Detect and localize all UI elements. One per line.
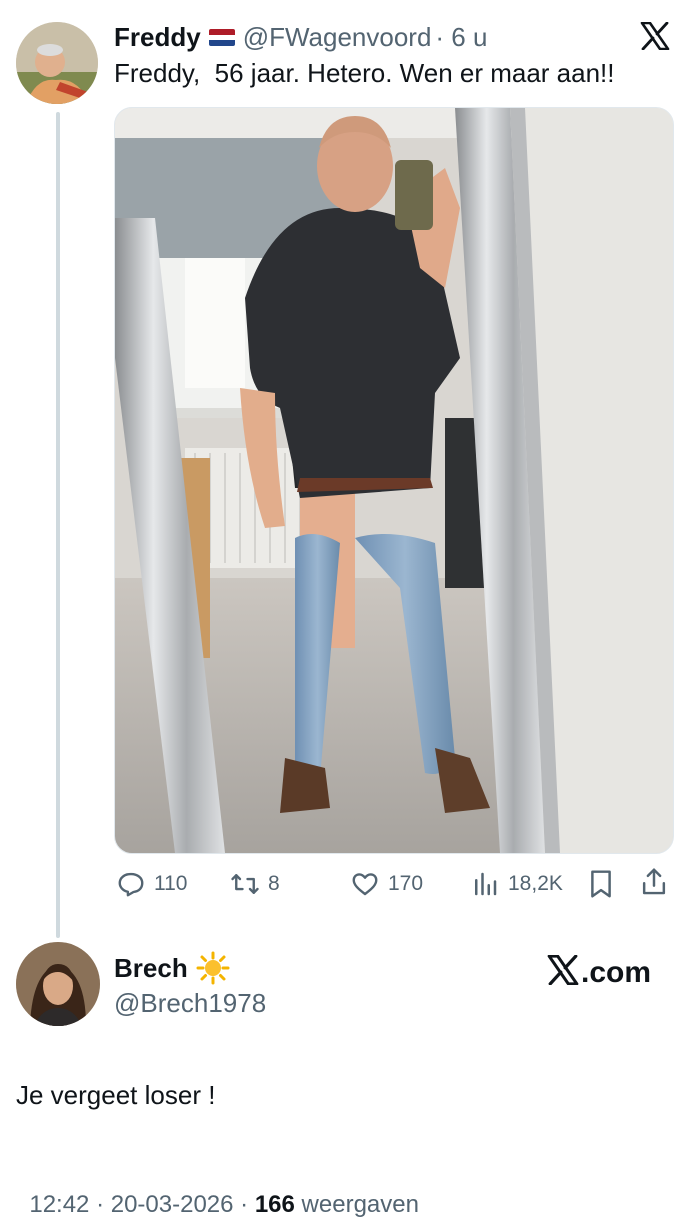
views-count: 18,2K xyxy=(508,872,563,895)
reply-icon xyxy=(116,869,146,899)
repost-action[interactable]: 8 xyxy=(230,868,280,900)
tweet-text: Freddy, 56 jaar. Hetero. Wen er maar aan… xyxy=(114,58,615,88)
thread-connector-line xyxy=(56,112,60,938)
sun-emoji-icon xyxy=(196,951,230,985)
reply-header: Brech xyxy=(114,950,230,986)
x-brand-logo-icon xyxy=(547,954,579,990)
tweet-header: Freddy @FWagenvoord · 6 u xyxy=(114,20,487,54)
author-avatar[interactable] xyxy=(16,22,98,104)
like-count: 170 xyxy=(388,872,424,895)
reply-count: 110 xyxy=(154,872,188,895)
xcom-brand[interactable]: .com xyxy=(547,954,652,990)
repost-count: 8 xyxy=(268,872,280,895)
like-icon xyxy=(350,869,380,899)
author-name[interactable]: Freddy xyxy=(114,22,201,53)
reply-author-avatar-image xyxy=(16,942,100,1026)
tweet-time[interactable]: · 6 u xyxy=(435,22,487,53)
reply-author-avatar[interactable] xyxy=(16,942,100,1026)
mirror-selfie-image xyxy=(115,108,673,853)
bookmark-icon[interactable] xyxy=(586,868,616,905)
x-logo-icon xyxy=(640,21,670,51)
reply-author-handle[interactable]: @Brech1978 xyxy=(114,988,266,1019)
xcom-brand-text: .com xyxy=(581,955,652,989)
reply-author-name[interactable]: Brech xyxy=(114,953,188,984)
reply-views-count: 166 xyxy=(254,1191,295,1218)
reply-text: Je vergeet loser ! xyxy=(16,1080,216,1110)
author-avatar-image xyxy=(16,22,98,104)
author-handle[interactable]: @FWagenvoord xyxy=(243,22,432,53)
repost-icon xyxy=(230,869,260,899)
nl-flag-icon xyxy=(208,28,235,46)
share-icon[interactable] xyxy=(639,866,669,903)
tweet-photo[interactable] xyxy=(114,107,674,854)
reply-timestamp[interactable]: 12:42 · 20-03-2026 · xyxy=(29,1191,254,1218)
like-action[interactable]: 170 xyxy=(350,868,423,900)
reply-meta: 12:42 · 20-03-2026 · 166 weergaven xyxy=(16,1163,419,1219)
views-action[interactable]: 18,2K xyxy=(470,868,563,900)
reply-action[interactable]: 110 xyxy=(116,868,187,900)
reply-views-label: weergaven xyxy=(294,1191,419,1218)
views-icon xyxy=(470,869,500,899)
